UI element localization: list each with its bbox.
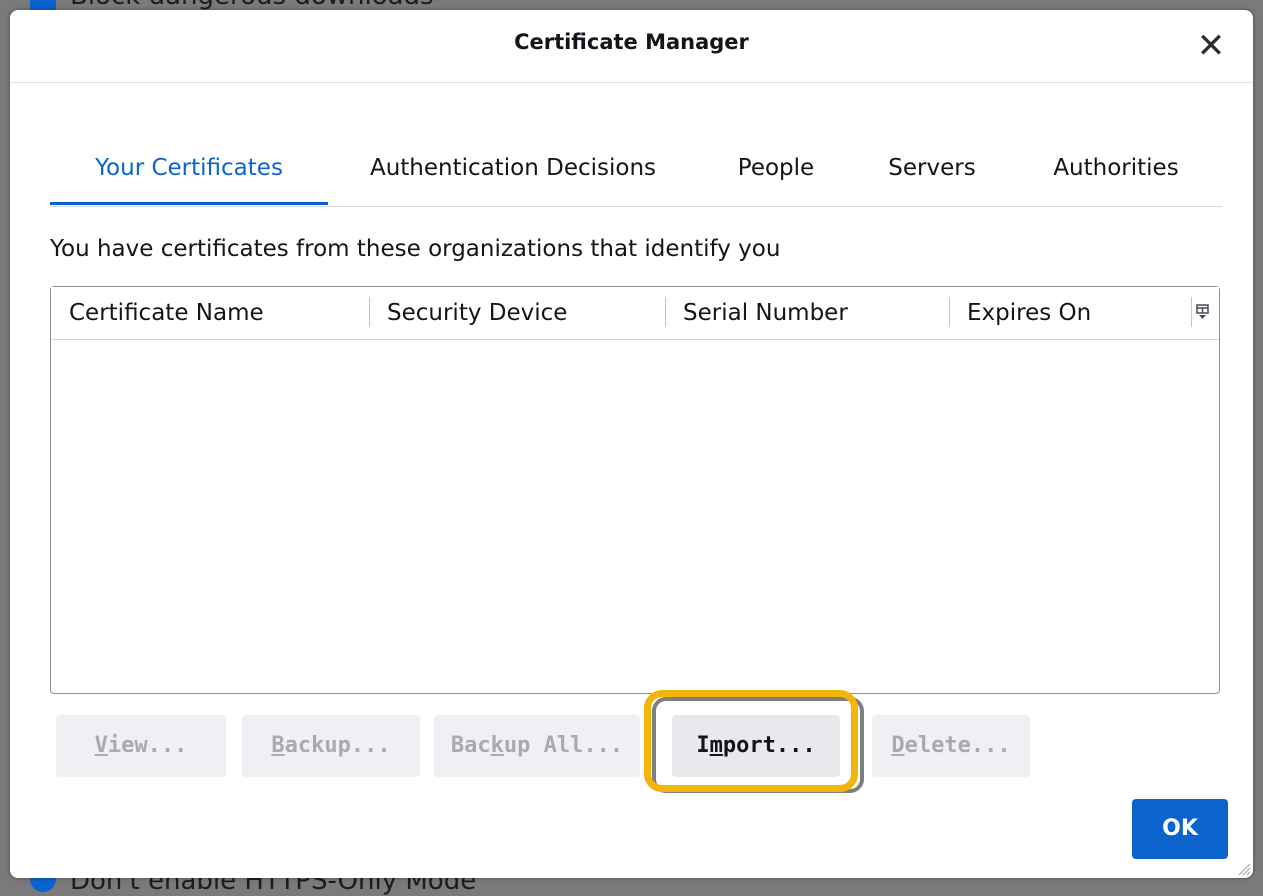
table-header: Certificate Name Security Device Serial … xyxy=(51,287,1219,340)
dialog-header: Certificate Manager ✕ xyxy=(10,10,1253,83)
column-divider[interactable] xyxy=(949,297,950,327)
tab-servers[interactable]: Servers xyxy=(878,150,986,202)
tab-your-certificates[interactable]: Your Certificates xyxy=(50,150,328,205)
dialog-title: Certificate Manager xyxy=(514,30,749,54)
column-expires-on[interactable]: Expires On xyxy=(967,287,1091,339)
column-certificate-name[interactable]: Certificate Name xyxy=(69,287,264,339)
intro-text: You have certificates from these organiz… xyxy=(50,236,781,262)
column-security-device[interactable]: Security Device xyxy=(387,287,567,339)
column-divider[interactable] xyxy=(369,297,370,327)
column-picker-icon[interactable] xyxy=(1195,301,1211,323)
delete-button[interactable]: Delete... xyxy=(872,715,1030,777)
column-divider[interactable] xyxy=(665,297,666,327)
tab-bar: Your Certificates Authentication Decisio… xyxy=(50,150,1222,207)
ok-button[interactable]: OK xyxy=(1132,799,1228,859)
resize-grip-icon[interactable] xyxy=(1235,860,1251,876)
close-icon[interactable]: ✕ xyxy=(1191,26,1231,66)
view-button[interactable]: View... xyxy=(56,715,226,777)
certificate-manager-dialog: Certificate Manager ✕ Your Certificates … xyxy=(10,10,1253,878)
column-serial-number[interactable]: Serial Number xyxy=(683,287,848,339)
import-highlight-box xyxy=(644,690,858,792)
certificates-table[interactable]: Certificate Name Security Device Serial … xyxy=(50,286,1220,694)
backup-all-button[interactable]: Backup All... xyxy=(434,715,640,777)
tab-authorities[interactable]: Authorities xyxy=(1040,150,1192,202)
tab-authentication-decisions[interactable]: Authentication Decisions xyxy=(350,150,676,202)
column-divider xyxy=(1191,297,1192,327)
tab-people[interactable]: People xyxy=(726,150,826,202)
backup-button[interactable]: Backup... xyxy=(242,715,420,777)
